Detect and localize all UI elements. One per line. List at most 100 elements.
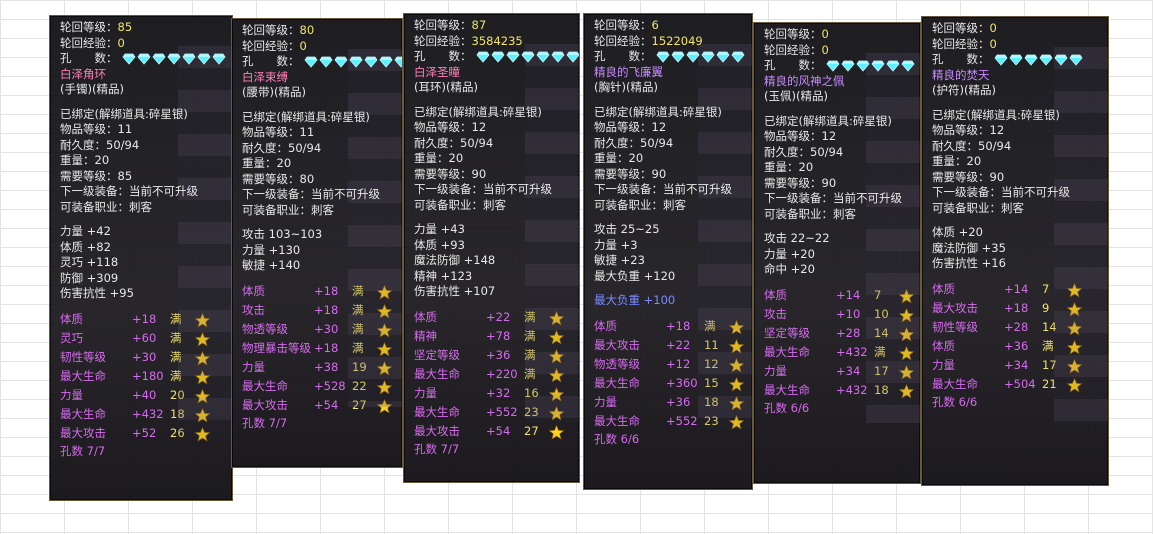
weight: 重量：20 — [414, 151, 464, 165]
reincarnation-level-row: 轮回等级：85 — [60, 20, 232, 36]
enhancement-row: 力量 +38 19 — [242, 359, 402, 378]
item-name: 精良的飞廉翼 — [594, 64, 663, 79]
enhancement-max: 17 — [874, 364, 889, 379]
enhancement-value: +10 — [836, 307, 861, 322]
star-icon — [549, 405, 564, 421]
enhancement-max: 满 — [1042, 339, 1054, 354]
durability: 耐久度：50/94 — [242, 140, 322, 155]
weight: 重量：20 — [764, 160, 814, 174]
binding-status: 已绑定(解绑道具:碎星银) — [414, 104, 542, 119]
star-icon — [195, 426, 210, 442]
hole-count: 孔数 7/7 — [60, 443, 106, 458]
diamond-gem-icon — [1068, 54, 1083, 66]
enhancement-max: 满 — [170, 331, 182, 346]
base-attribute: 攻击 103~103 — [242, 227, 323, 241]
diamond-gem-icon — [840, 60, 855, 72]
base-attribute: 敏捷 +140 — [242, 258, 301, 272]
reincarnation-level-value: 6 — [651, 18, 659, 32]
reincarnation-exp-row: 轮回经验：0 — [764, 43, 920, 59]
holes-row: 孔 数： — [60, 51, 232, 67]
enhancement-name: 攻击 — [764, 307, 787, 322]
diamond-gem-icon — [1038, 54, 1053, 66]
reincarnation-level-value: 0 — [821, 27, 829, 41]
star-icon — [377, 341, 392, 357]
base-attribute: 力量 +43 — [414, 222, 465, 236]
enhancement-row: 韧性等级 +28 14 — [932, 319, 1108, 338]
enhancement-value: +34 — [1004, 358, 1029, 373]
holes-label: 孔 数： — [764, 58, 822, 72]
star-icon — [377, 379, 392, 395]
reincarnation-exp-label: 轮回经验： — [932, 36, 990, 51]
base-attribute: 体质 +82 — [60, 239, 111, 254]
enhancement-value: +18 — [666, 319, 691, 334]
star-icon — [195, 388, 210, 404]
star-icon — [377, 284, 392, 300]
enhancement-name: 最大攻击 — [60, 426, 106, 441]
base-attribute: 敏捷 +23 — [594, 253, 645, 267]
gem-list — [475, 51, 579, 63]
enhancement-value: +432 — [836, 345, 868, 360]
enhancement-max: 27 — [524, 424, 539, 439]
weight: 重量：20 — [932, 154, 982, 168]
enhancement-row: 最大攻击 +54 27 — [414, 423, 579, 442]
enhancement-row: 体质 +36 满 — [932, 338, 1108, 357]
enhancement-row: 力量 +34 17 — [932, 357, 1108, 376]
hole-count: 孔数 7/7 — [414, 441, 460, 456]
enhancement-row: 体质 +18 满 — [60, 311, 232, 330]
base-attribute: 魔法防御 +35 — [932, 240, 1006, 255]
equip-class: 可装备职业：刺客 — [414, 197, 506, 212]
enhancement-name: 精神 — [414, 329, 437, 344]
diamond-gem-icon — [211, 53, 226, 65]
enhancement-max: 22 — [352, 379, 367, 394]
enhancement-row: 攻击 +18 满 — [242, 302, 402, 321]
diamond-gem-icon — [166, 53, 181, 65]
enhancement-row: 坚定等级 +28 14 — [764, 325, 920, 344]
enhancement-max: 9 — [1042, 301, 1050, 316]
reincarnation-level-row: 轮回等级：6 — [594, 18, 752, 34]
hole-count: 孔数 6/6 — [764, 400, 810, 415]
enhancement-row: 最大生命 +360 15 — [594, 375, 752, 394]
holes-row: 孔 数： — [594, 49, 752, 65]
base-attribute: 精神 +123 — [414, 268, 473, 283]
holes-row: 孔 数： — [242, 54, 402, 70]
enhancement-name: 最大生命 — [764, 345, 810, 360]
diamond-gem-icon — [378, 56, 393, 68]
diamond-gem-icon — [490, 51, 505, 63]
diamond-gem-icon — [885, 60, 900, 72]
enhancement-max: 17 — [1042, 358, 1057, 373]
equip-class: 可装备职业：刺客 — [932, 200, 1024, 215]
enhancement-max: 12 — [704, 357, 719, 372]
diamond-gem-icon — [181, 53, 196, 65]
star-icon — [195, 369, 210, 385]
diamond-gem-icon — [993, 54, 1008, 66]
item-slot-quality: (胸针)(精品) — [594, 80, 658, 94]
reincarnation-exp-label: 轮回经验： — [764, 42, 822, 57]
enhancement-name: 最大生命 — [764, 383, 810, 398]
reincarnation-exp-label: 轮回经验： — [60, 35, 118, 50]
holes-label: 孔 数： — [414, 49, 472, 63]
enhancement-name: 坚定等级 — [764, 326, 810, 341]
item-level: 物品等级：11 — [242, 125, 315, 139]
diamond-gem-icon — [303, 56, 318, 68]
enhancement-name: 体质 — [60, 312, 83, 327]
star-icon — [1067, 358, 1082, 374]
enhancement-max: 满 — [524, 348, 536, 363]
required-level: 需要等级：90 — [414, 166, 487, 181]
enhancement-name: 体质 — [932, 282, 955, 297]
diamond-gem-icon — [550, 51, 565, 63]
enhancement-max: 7 — [1042, 282, 1050, 297]
star-icon — [729, 414, 744, 430]
reincarnation-level-label: 轮回等级： — [60, 20, 118, 34]
enhancement-name: 最大生命 — [414, 367, 460, 382]
base-attribute: 攻击 25~25 — [594, 222, 660, 236]
enhancement-value: +36 — [486, 348, 511, 363]
star-icon — [899, 288, 914, 304]
enhancement-name: 力量 — [594, 395, 617, 410]
enhancement-value: +22 — [486, 310, 511, 325]
